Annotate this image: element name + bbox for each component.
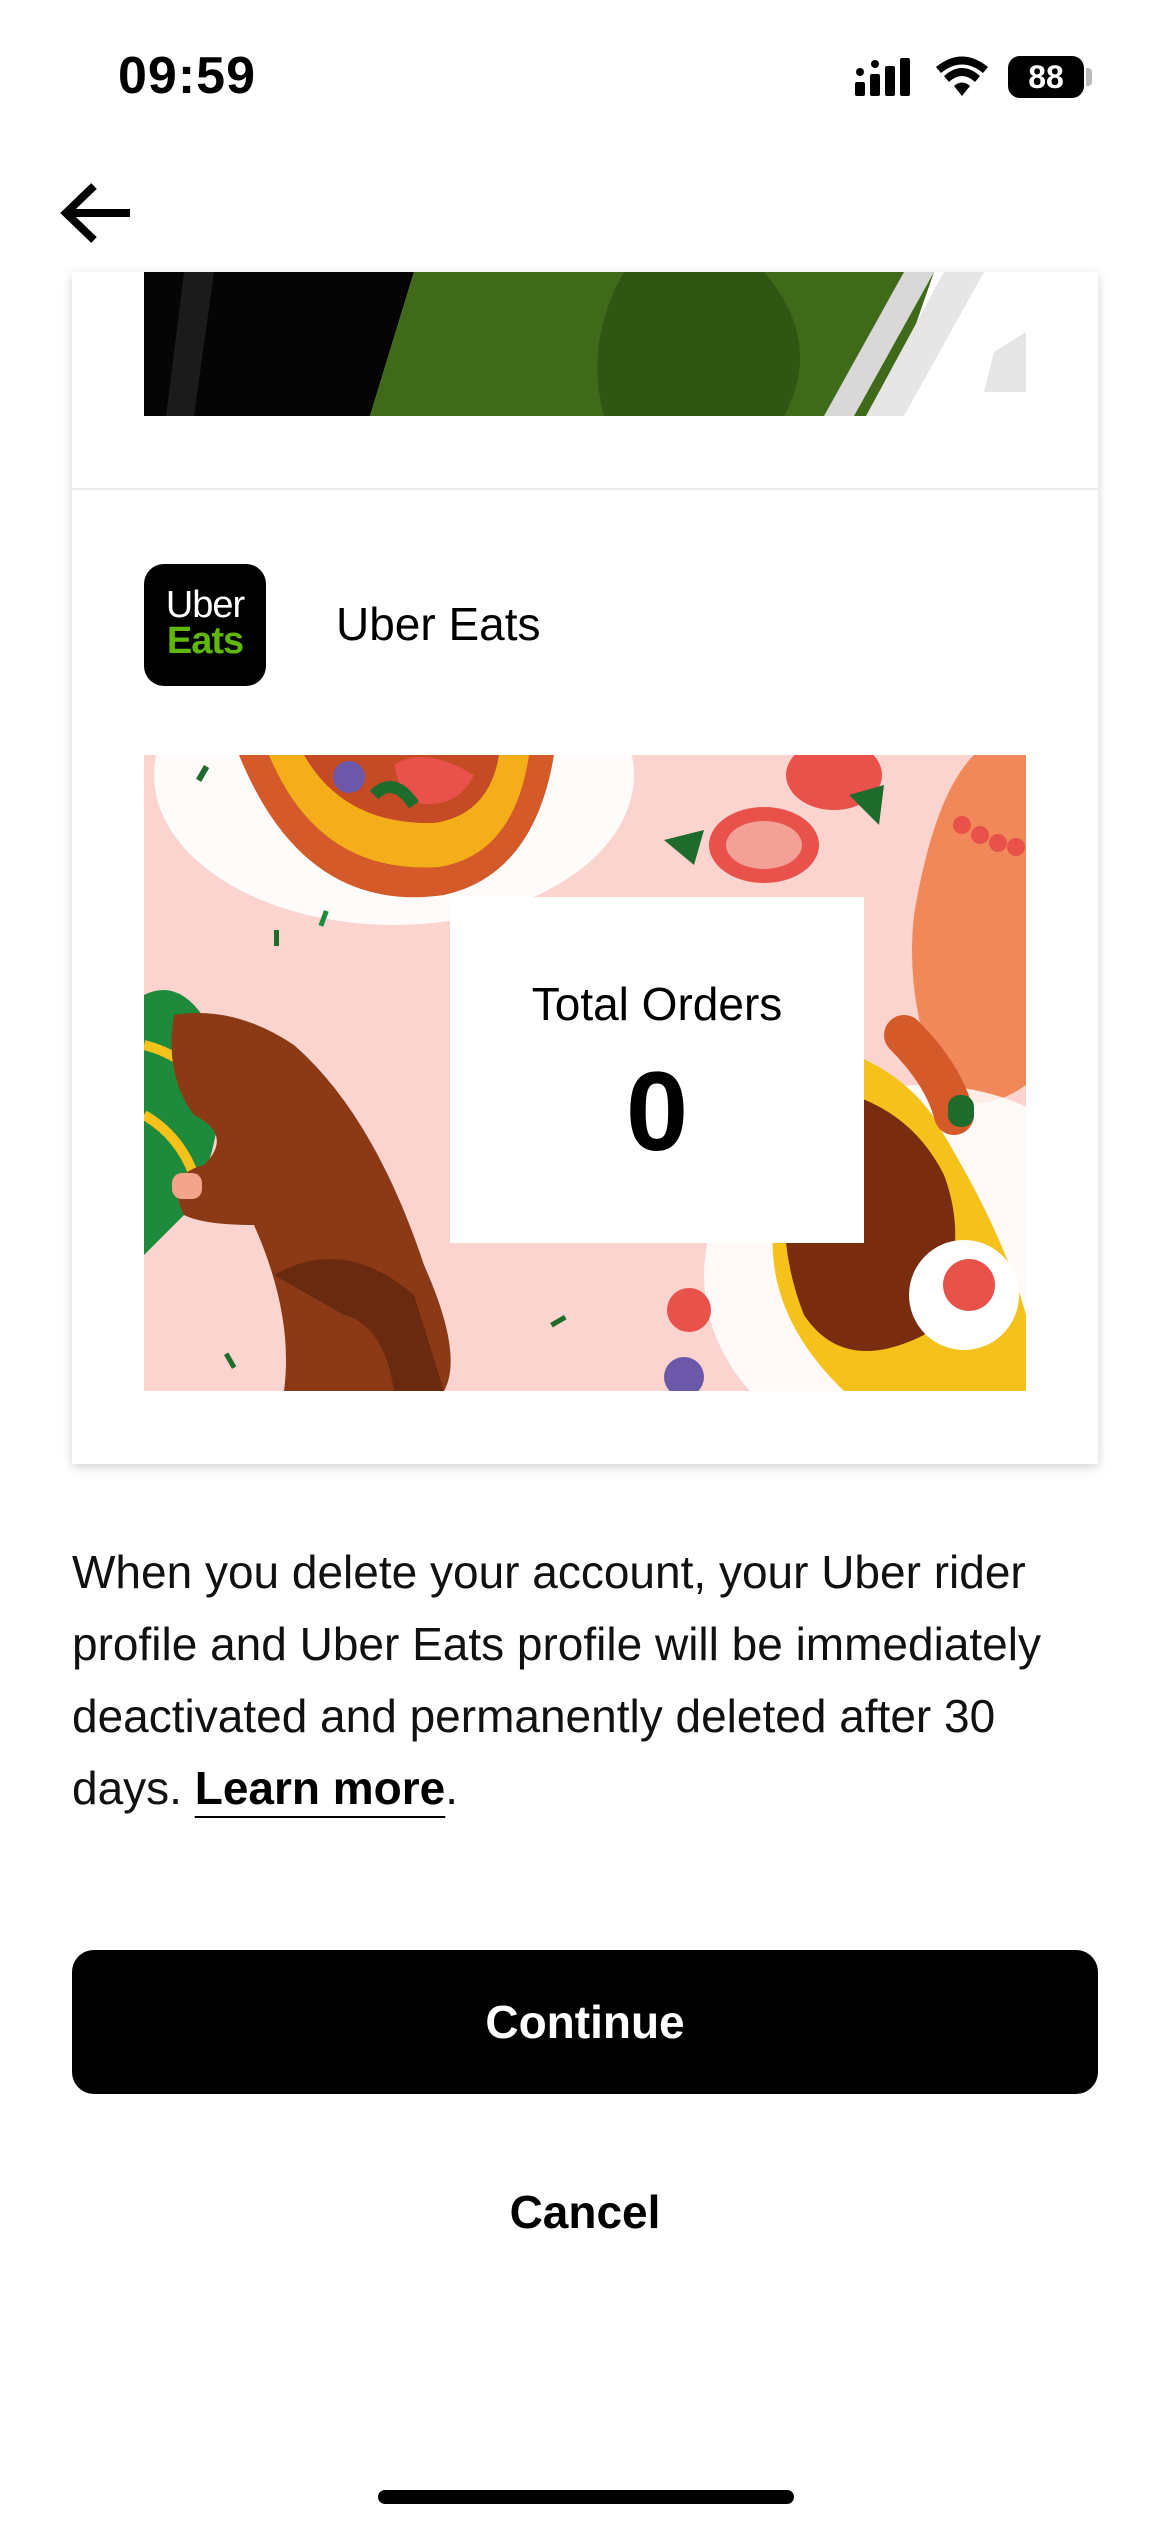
cancel-button[interactable]: Cancel <box>72 2140 1098 2284</box>
status-bar: 09:59 88 <box>0 0 1170 150</box>
continue-button[interactable]: Continue <box>72 1950 1098 2094</box>
uber-eats-logo: Uber Eats <box>144 564 266 686</box>
uber-rides-illustration <box>144 272 1026 416</box>
back-button[interactable] <box>58 178 138 248</box>
total-orders-box: Total Orders 0 <box>450 897 864 1243</box>
home-indicator <box>378 2490 794 2504</box>
battery-icon: 88 <box>1008 56 1084 98</box>
total-orders-label: Total Orders <box>531 978 783 1030</box>
card-divider <box>72 488 1098 490</box>
deletion-info-end: . <box>445 1762 459 1814</box>
cellular-signal-icon <box>855 58 910 96</box>
arrow-left-icon <box>60 183 130 243</box>
uber-eats-illustration: Total Orders 0 <box>144 755 1026 1391</box>
status-time: 09:59 <box>118 47 256 105</box>
deletion-info-text: When you delete your account, your Uber … <box>72 1536 1112 1824</box>
wifi-icon <box>936 56 988 96</box>
app-name: Uber Eats <box>336 598 541 650</box>
account-summary-card: Uber Eats Uber Eats Total Orders 0 <box>72 272 1098 1464</box>
learn-more-link[interactable]: Learn more <box>195 1762 446 1814</box>
total-orders-value: 0 <box>625 1049 689 1174</box>
battery-cap <box>1086 68 1092 86</box>
battery-level: 88 <box>1028 59 1064 95</box>
logo-text-eats: Eats <box>166 620 244 662</box>
